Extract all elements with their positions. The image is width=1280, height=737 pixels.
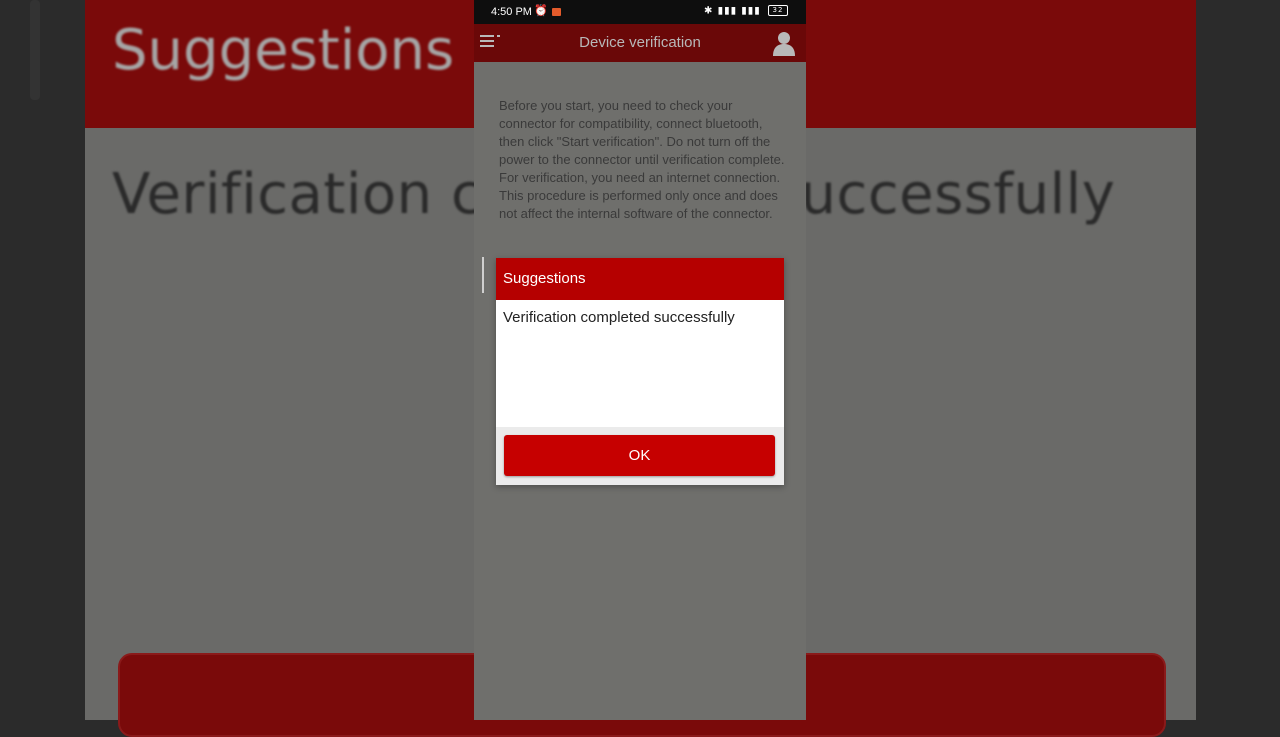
background-strip (30, 0, 40, 100)
dialog-message: Verification completed successfully (503, 309, 735, 326)
bluetooth-icon: ✱ (704, 5, 714, 17)
user-icon[interactable] (772, 30, 796, 56)
notification-app-icon (552, 8, 561, 16)
scroll-indicator (482, 257, 484, 293)
phone-screen: 4:50 PM ⏰ ✱ ▮▮▮ ▮▮▮ 32 Device verificati… (474, 0, 806, 720)
status-icons: ✱ ▮▮▮ ▮▮▮ 32 (704, 5, 788, 17)
status-bar: 4:50 PM ⏰ ✱ ▮▮▮ ▮▮▮ 32 (474, 0, 806, 24)
status-time: 4:50 PM (491, 6, 532, 18)
app-bar: Device verification (474, 24, 806, 62)
app-title: Device verification (579, 34, 701, 51)
alarm-icon: ⏰ (534, 4, 548, 17)
signal-icon: ▮▮▮ (717, 5, 738, 17)
battery-icon: 32 (768, 5, 788, 16)
ok-button[interactable]: OK (504, 435, 775, 476)
dialog-title: Suggestions (496, 258, 784, 300)
dialog-footer: OK (496, 427, 784, 485)
suggestions-dialog: Suggestions Verification completed succe… (496, 258, 784, 485)
background-zoom-title: Suggestions (112, 18, 455, 83)
verification-instructions: Before you start, you need to check your… (499, 98, 785, 221)
signal-icon-2: ▮▮▮ (741, 5, 761, 17)
